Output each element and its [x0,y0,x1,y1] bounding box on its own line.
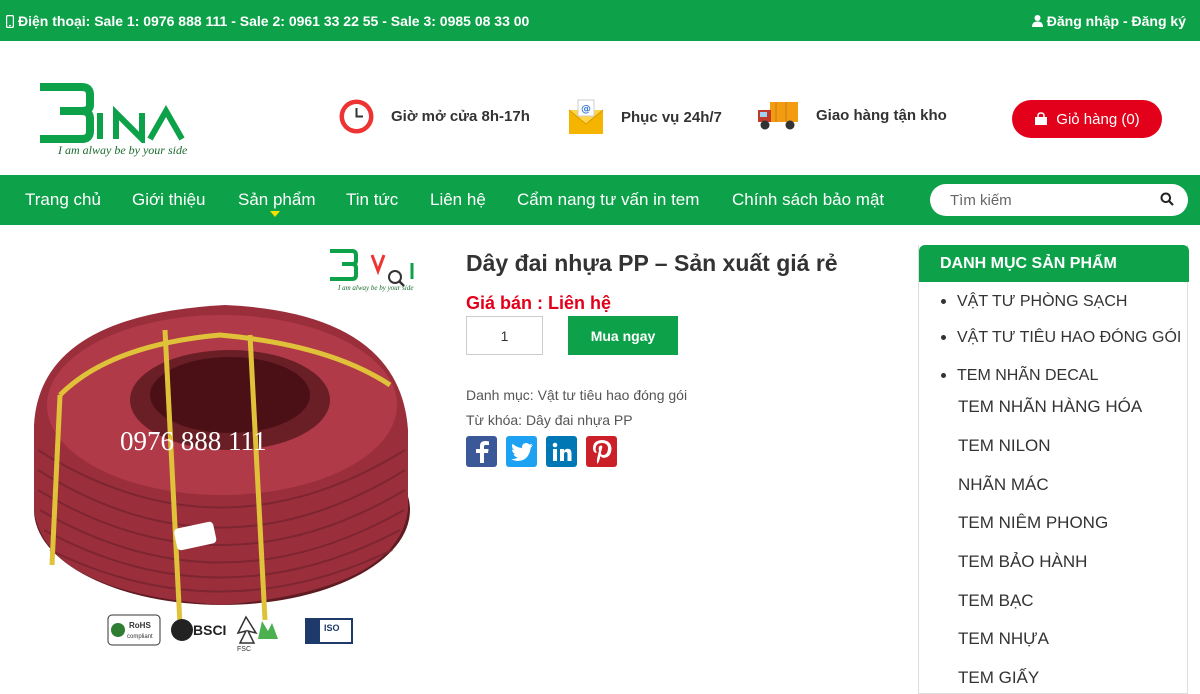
feature-service: @ Phục vụ 24h/7 [567,98,722,136]
sidebar-item-label: VẬT TƯ TIÊU HAO ĐÓNG GÓI [957,329,1182,346]
phone-text: Điện thoại: Sale 1: 0976 888 111 - Sale … [18,13,530,29]
product-tag-link[interactable]: Từ khóa: Dây đai nhựa PP [466,412,633,428]
nav-item-contact[interactable]: Liên hệ [430,190,486,210]
cart-button[interactable]: Giỏ hàng (0) [1012,100,1162,138]
nav-item-privacy-policy[interactable]: Chính sách bảo mật [732,190,884,210]
bullet-icon [941,299,946,305]
nav-item-about[interactable]: Giới thiệu [132,190,206,210]
facebook-share-icon[interactable] [466,436,497,467]
quantity-input[interactable]: 1 [466,316,543,355]
sidebar-subitem-seal-labels[interactable]: TEM NIÊM PHONG [958,513,1108,533]
sidebar-subitem-goods-labels[interactable]: TEM NHÃN HÀNG HÓA [958,397,1142,417]
phone-contact: Điện thoại: Sale 1: 0976 888 111 - Sale … [6,13,529,29]
svg-text:compliant: compliant [127,634,153,640]
buy-now-button[interactable]: Mua ngay [568,316,678,355]
top-bar: Điện thoại: Sale 1: 0976 888 111 - Sale … [0,0,1200,41]
cert-iso-icon: ISO [305,618,353,644]
bullet-icon [941,373,946,379]
sidebar-subitem-silver-labels[interactable]: TEM BẠC [958,591,1034,611]
feature-delivery: Giao hàng tận kho [756,98,947,132]
product-title: Dây đai nhựa PP – Sản xuất giá rẻ [466,250,838,276]
product-image[interactable]: I am alway be by your side 0976 888 111 [0,235,440,655]
bullet-icon [941,335,946,341]
sidebar-item-label: TEM NHÃN DECAL [957,367,1099,384]
twitter-share-icon[interactable] [506,436,537,467]
svg-text:RoHS: RoHS [129,621,151,630]
feature-label: Phục vụ 24h/7 [621,108,722,126]
feature-opening-hours: Giờ mở cửa 8h-17h [338,98,530,135]
sidebar-item-decal-labels[interactable]: TEM NHÃN DECAL [941,367,1098,385]
search-icon[interactable] [1160,192,1174,206]
mail-icon: @ [568,99,604,134]
sidebar-subitem-warranty-labels[interactable]: TEM BẢO HÀNH [958,552,1087,572]
product-price: Giá bán : Liên hệ [466,293,612,313]
logo-tagline: I am alway be by your side [58,143,188,157]
user-icon [1031,15,1043,27]
nav-item-label-guide[interactable]: Cẩm nang tư vấn in tem [517,190,699,210]
svg-text:FSC: FSC [237,646,251,653]
site-header: I am alway be by your side Giờ mở cửa 8h… [0,41,1200,175]
product-category-link[interactable]: Danh mục: Vật tư tiêu hao đóng gói [466,387,687,403]
search-input[interactable]: Tìm kiếm [950,192,1012,209]
product-photo-strap-coil: I am alway be by your side 0976 888 111 [34,249,414,653]
login-register-text: Đăng nhập - Đăng ký [1046,13,1186,29]
product-category-sidebar: DANH MỤC SẢN PHẨM VẬT TƯ PHÒNG SẠCH VẬT … [918,245,1189,694]
mobile-phone-icon [6,14,14,28]
cert-bsci-icon: BSCI [171,619,226,641]
feature-label: Giờ mở cửa 8h-17h [391,108,530,125]
linkedin-share-icon[interactable] [546,436,577,467]
nav-item-home[interactable]: Trang chủ [25,190,101,210]
bina-logo-mark [40,83,185,147]
feature-label: Giao hàng tận kho [816,106,947,124]
login-register-link[interactable]: Đăng nhập - Đăng ký [1031,13,1186,29]
sidebar-heading: DANH MỤC SẢN PHẨM [919,245,1189,282]
nav-item-products[interactable]: Sản phẩm [238,190,316,210]
sidebar-item-packaging-consumables[interactable]: VẬT TƯ TIÊU HAO ĐÓNG GÓI [941,329,1181,347]
image-phone-watermark: 0976 888 111 [120,426,267,456]
cert-rohs-icon: RoHS compliant [107,614,161,646]
sidebar-item-cleanroom-supplies[interactable]: VẬT TƯ PHÒNG SẠCH [941,293,1127,311]
sidebar-subitem-paper-labels[interactable]: TEM GIẤY [958,668,1039,688]
pinterest-share-icon[interactable] [586,436,617,467]
sidebar-subitem-plastic-labels[interactable]: TEM NHỰA [958,629,1049,649]
nav-active-caret-icon [270,211,280,217]
cart-label: Giỏ hàng (0) [1056,110,1140,128]
sidebar-subitem-garment-tags[interactable]: NHÃN MÁC [958,475,1049,495]
svg-text:@: @ [581,104,591,115]
site-logo[interactable]: I am alway be by your side [38,83,198,163]
svg-text:ISO: ISO [324,623,340,633]
clock-icon [339,99,374,134]
cert-fsc-icon: FSC [236,615,278,653]
social-share [466,436,617,467]
sidebar-subitem-nylon-labels[interactable]: TEM NILON [958,436,1051,456]
svg-text:BSCI: BSCI [193,622,226,638]
search-box[interactable]: Tìm kiếm [930,184,1188,216]
truck-icon [758,102,798,130]
nav-item-news[interactable]: Tin tức [346,190,398,210]
sidebar-item-label: VẬT TƯ PHÒNG SẠCH [957,293,1128,310]
shopping-bag-icon [1035,112,1048,125]
